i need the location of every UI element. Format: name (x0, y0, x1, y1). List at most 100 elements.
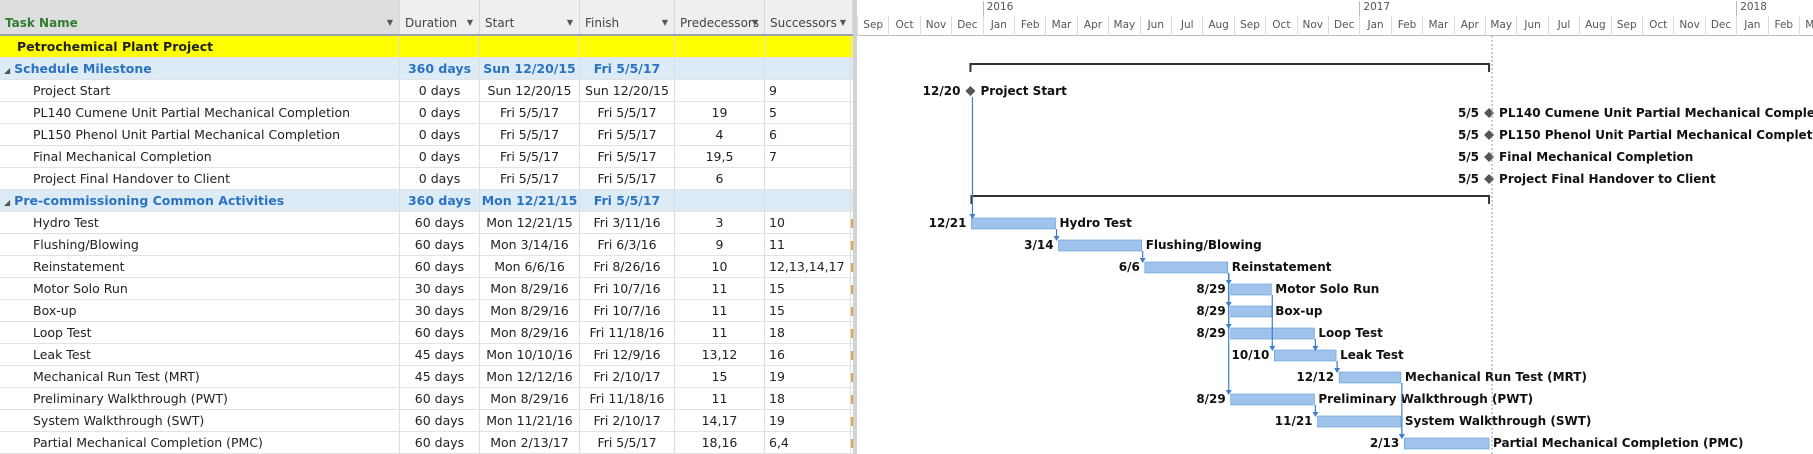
cell-succ[interactable] (765, 36, 851, 57)
table-row[interactable]: PL140 Cumene Unit Partial Mechanical Com… (0, 102, 853, 124)
task-name-cell[interactable]: Loop Test (0, 322, 400, 343)
cell-finish[interactable]: Fri 2/10/17 (580, 366, 675, 387)
chevron-down-icon[interactable]: ▼ (567, 0, 573, 34)
table-row[interactable]: Reinstatement 60 days Mon 6/6/16 Fri 8/26/1… (0, 256, 853, 278)
cell-duration[interactable]: 60 days (400, 234, 480, 255)
task-name-cell[interactable]: Mechanical Run Test (MRT) (0, 366, 400, 387)
cell-duration[interactable]: 60 days (400, 432, 480, 453)
column-header-predecessors[interactable]: Predecessors ▼ (675, 0, 765, 34)
milestone-diamond[interactable] (1484, 130, 1495, 140)
cell-finish[interactable]: Fri 10/7/16 (580, 278, 675, 299)
cell-pred[interactable]: 19,5 (675, 146, 765, 167)
cell-duration[interactable]: 60 days (400, 410, 480, 431)
cell-finish[interactable] (580, 36, 675, 57)
cell-succ[interactable]: 6,4 (765, 432, 851, 453)
cell-start[interactable]: Mon 3/14/16 (480, 234, 580, 255)
task-name-cell[interactable]: PL140 Cumene Unit Partial Mechanical Com… (0, 102, 400, 123)
cell-duration[interactable]: 45 days (400, 366, 480, 387)
cell-finish[interactable]: Fri 5/5/17 (580, 146, 675, 167)
summary-row[interactable]: ◢ Pre-commissioning Common Activities 360 … (0, 190, 853, 212)
cell-start[interactable]: Fri 5/5/17 (480, 168, 580, 189)
cell-succ[interactable] (765, 190, 851, 211)
task-name-cell[interactable]: Box-up (0, 300, 400, 321)
cell-start[interactable]: Mon 8/29/16 (480, 388, 580, 409)
table-row[interactable]: Project Final Handover to Client 0 days Fr… (0, 168, 853, 190)
column-header-finish[interactable]: Finish ▼ (580, 0, 675, 34)
chevron-down-icon[interactable]: ▼ (387, 0, 393, 34)
cell-duration[interactable]: 30 days (400, 300, 480, 321)
cell-succ[interactable]: 7 (765, 146, 851, 167)
cell-pred[interactable]: 11 (675, 300, 765, 321)
cell-succ[interactable]: 6 (765, 124, 851, 145)
cell-duration[interactable]: 60 days (400, 212, 480, 233)
cell-finish[interactable]: Fri 8/26/16 (580, 256, 675, 277)
cell-finish[interactable]: Fri 12/9/16 (580, 344, 675, 365)
task-name-cell[interactable]: ◢ Pre-commissioning Common Activities (0, 190, 400, 211)
task-bar[interactable] (1230, 283, 1272, 296)
cell-start[interactable]: Mon 12/21/15 (480, 212, 580, 233)
task-bar[interactable] (1338, 371, 1402, 384)
cell-finish[interactable]: Fri 5/5/17 (580, 190, 675, 211)
cell-succ[interactable]: 15 (765, 300, 851, 321)
cell-start[interactable]: Sun 12/20/15 (480, 80, 580, 101)
task-name-cell[interactable]: Final Mechanical Completion (0, 146, 400, 167)
cell-duration[interactable] (400, 36, 480, 57)
cell-pred[interactable]: 10 (675, 256, 765, 277)
cell-succ[interactable]: 19 (765, 366, 851, 387)
cell-duration[interactable]: 0 days (400, 124, 480, 145)
cell-succ[interactable]: 18 (765, 388, 851, 409)
table-row[interactable]: Motor Solo Run 30 days Mon 8/29/16 Fri 10/7… (0, 278, 853, 300)
cell-finish[interactable]: Fri 5/5/17 (580, 168, 675, 189)
cell-finish[interactable]: Fri 11/18/16 (580, 322, 675, 343)
table-row[interactable]: PL150 Phenol Unit Partial Mechanical Com… (0, 124, 853, 146)
cell-duration[interactable]: 360 days (400, 190, 480, 211)
cell-pred[interactable]: 14,17 (675, 410, 765, 431)
chevron-down-icon[interactable]: ▼ (467, 0, 473, 34)
task-name-cell[interactable]: Hydro Test (0, 212, 400, 233)
task-bar[interactable] (1144, 261, 1229, 274)
cell-finish[interactable]: Fri 10/7/16 (580, 300, 675, 321)
chevron-down-icon[interactable]: ▼ (662, 0, 668, 34)
cell-pred[interactable] (675, 58, 765, 79)
cell-succ[interactable]: 15 (765, 278, 851, 299)
cell-duration[interactable]: 0 days (400, 168, 480, 189)
task-name-cell[interactable]: Project Start (0, 80, 400, 101)
cell-duration[interactable]: 60 days (400, 322, 480, 343)
cell-finish[interactable]: Sun 12/20/15 (580, 80, 675, 101)
cell-duration[interactable]: 0 days (400, 80, 480, 101)
table-row[interactable]: Hydro Test 60 days Mon 12/21/15 Fri 3/11/16… (0, 212, 853, 234)
task-name-cell[interactable]: Motor Solo Run (0, 278, 400, 299)
cell-pred[interactable]: 18,16 (675, 432, 765, 453)
collapse-caret-icon[interactable]: ◢ (4, 60, 10, 79)
cell-pred[interactable]: 3 (675, 212, 765, 233)
table-row[interactable]: Flushing/Blowing 60 days Mon 3/14/16 Fri 6/… (0, 234, 853, 256)
milestone-diamond[interactable] (1484, 174, 1495, 184)
column-header-duration[interactable]: Duration ▼ (400, 0, 480, 34)
cell-start[interactable] (480, 36, 580, 57)
task-name-cell[interactable]: Partial Mechanical Completion (PMC) (0, 432, 400, 453)
task-bar[interactable] (971, 217, 1056, 230)
summary-row[interactable]: ◢ Schedule Milestone 360 days Sun 12/20/15 F… (0, 58, 853, 80)
task-bar[interactable] (1230, 305, 1272, 318)
cell-start[interactable]: Mon 11/21/16 (480, 410, 580, 431)
cell-finish[interactable]: Fri 2/10/17 (580, 410, 675, 431)
cell-finish[interactable]: Fri 6/3/16 (580, 234, 675, 255)
table-row[interactable]: Preliminary Walkthrough (PWT) 60 days Mon … (0, 388, 853, 410)
project-row[interactable]: Petrochemical Plant Project (0, 36, 853, 58)
cell-start[interactable]: Fri 5/5/17 (480, 102, 580, 123)
summary-bar[interactable] (969, 63, 1491, 72)
cell-duration[interactable]: 360 days (400, 58, 480, 79)
cell-succ[interactable]: 9 (765, 80, 851, 101)
cell-succ[interactable]: 19 (765, 410, 851, 431)
cell-succ[interactable]: 5 (765, 102, 851, 123)
table-row[interactable]: Partial Mechanical Completion (PMC) 60 da… (0, 432, 853, 454)
cell-pred[interactable]: 13,12 (675, 344, 765, 365)
table-row[interactable]: Mechanical Run Test (MRT) 45 days Mon 12/1… (0, 366, 853, 388)
task-bar[interactable] (1317, 415, 1402, 428)
cell-duration[interactable]: 60 days (400, 256, 480, 277)
cell-pred[interactable]: 9 (675, 234, 765, 255)
cell-duration[interactable]: 0 days (400, 146, 480, 167)
cell-succ[interactable]: 10 (765, 212, 851, 233)
cell-duration[interactable]: 60 days (400, 388, 480, 409)
task-name-cell[interactable]: Preliminary Walkthrough (PWT) (0, 388, 400, 409)
